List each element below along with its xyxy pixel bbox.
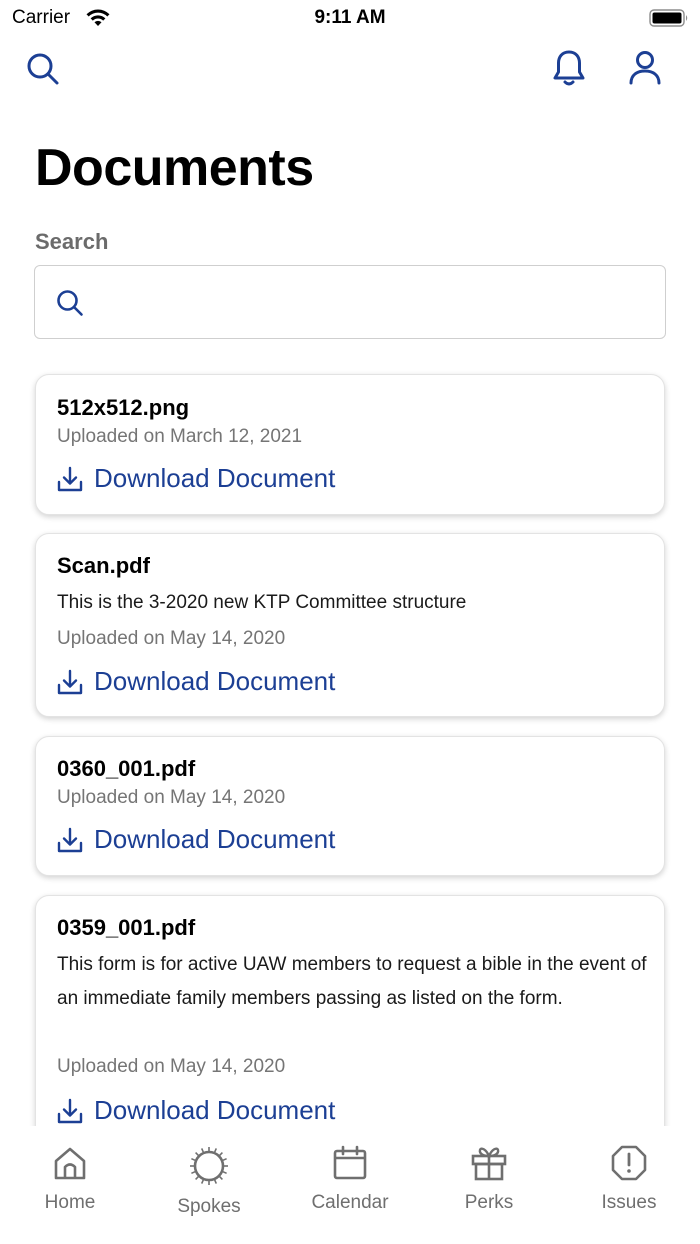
document-card[interactable]: Scan.pdf This is the 3-2020 new KTP Comm… (35, 533, 665, 717)
download-document-label: Download Document (94, 463, 336, 493)
tab-spokes-label: Spokes (177, 1196, 241, 1217)
spokes-icon (190, 1147, 228, 1185)
tab-home[interactable]: Home (10, 1144, 130, 1214)
gift-icon (471, 1147, 507, 1181)
document-card[interactable]: 0359_001.pdf This form is for active UAW… (35, 895, 665, 1126)
document-upload-date: Uploaded on May 14, 2020 (57, 1056, 286, 1077)
document-description: This form is for active UAW members to r… (57, 954, 647, 1009)
document-name: Scan.pdf (57, 553, 150, 578)
tab-perks-label: Perks (464, 1192, 514, 1213)
search-label: Search (35, 229, 109, 254)
document-upload-date: Uploaded on March 12, 2021 (57, 426, 303, 447)
document-upload-date: Uploaded on May 14, 2020 (57, 787, 286, 808)
tab-calendar[interactable]: Calendar (290, 1144, 410, 1214)
calendar-icon (333, 1145, 367, 1180)
tab-home-label: Home (44, 1192, 96, 1213)
tab-bar: Home Spokes Calendar Perks Issues (0, 1126, 700, 1244)
download-document-button[interactable]: Download Document (56, 463, 335, 494)
document-name: 0359_001.pdf (57, 915, 196, 940)
tab-issues-label: Issues (601, 1192, 657, 1213)
tab-calendar-label: Calendar (311, 1192, 389, 1213)
download-icon (57, 827, 83, 852)
search-field[interactable] (34, 265, 666, 339)
document-card[interactable]: 512x512.png Uploaded on March 12, 2021 D… (35, 374, 665, 515)
download-icon (57, 466, 83, 491)
document-card[interactable]: 0360_001.pdf Uploaded on May 14, 2020 Do… (35, 736, 665, 876)
download-document-button[interactable]: Download Document (56, 1095, 335, 1126)
download-document-button[interactable]: Download Document (56, 666, 335, 697)
documents-scroll-area[interactable]: Documents Search 512x512.png Uploaded on… (0, 0, 700, 1126)
tab-perks[interactable]: Perks (429, 1144, 549, 1214)
document-name: 512x512.png (57, 395, 190, 420)
document-upload-date: Uploaded on May 14, 2020 (57, 628, 286, 649)
alert-octagon-icon (611, 1145, 647, 1181)
search-input[interactable] (99, 278, 649, 326)
home-icon (54, 1147, 86, 1180)
tab-issues[interactable]: Issues (569, 1144, 689, 1214)
download-icon (57, 669, 83, 694)
tab-spokes[interactable]: Spokes (149, 1145, 269, 1218)
search-icon (55, 288, 85, 323)
document-name: 0360_001.pdf (57, 756, 196, 781)
page-title: Documents (35, 139, 314, 197)
download-icon (57, 1098, 83, 1123)
download-document-label: Download Document (94, 666, 336, 696)
download-document-label: Download Document (94, 824, 336, 854)
download-document-label: Download Document (94, 1095, 336, 1125)
download-document-button[interactable]: Download Document (56, 824, 335, 855)
document-description: This is the 3-2020 new KTP Committee str… (57, 592, 467, 613)
